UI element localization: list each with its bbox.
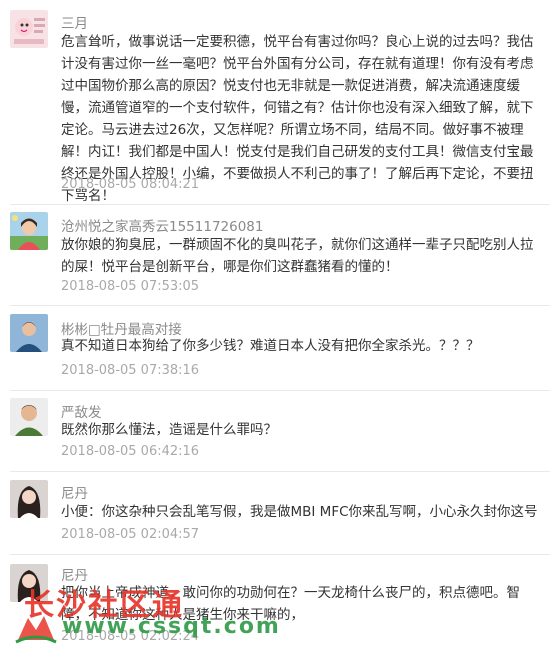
commenter-name[interactable]: 沧州悦之家高秀云15511726081 — [61, 215, 263, 235]
comment-timestamp: 2018-08-05 07:53:05 — [61, 279, 200, 294]
comment-text: 既然你那么懂法，造谣是什么罪吗？ — [61, 422, 277, 438]
comment-text: 真不知道日本狗给了你多少钱？难道日本人没有把你全家杀光。？？？ — [61, 338, 480, 354]
commenter-name[interactable]: 三月 — [61, 12, 88, 32]
man-portrait-avatar-icon — [10, 398, 48, 436]
man-blue-avatar-icon — [10, 314, 48, 352]
comment-item: 尼丹 把你当上帝成神道，敢问你的功勋何在？一天龙椅什么丧尸的，积点德吧。智障，不… — [0, 555, 560, 650]
comment-item: 彬彬□牡丹最高对接 真不知道日本狗给了你多少钱？难道日本人没有把你全家杀光。？？… — [0, 306, 560, 390]
avatar[interactable] — [10, 398, 48, 436]
commenter-name[interactable]: 严敌发 — [61, 401, 102, 421]
comment-text: 放你娘的狗臭屁，一群顽固不化的臭叫花子，就你们这通样一辈子只配吃别人拉的屎！悦平… — [61, 237, 534, 275]
comment-timestamp: 2018-08-05 02:04:57 — [61, 527, 200, 542]
avatar[interactable] — [10, 212, 48, 250]
commenter-name[interactable]: 尼丹 — [61, 564, 88, 584]
woman-portrait-avatar-icon — [10, 564, 48, 602]
comment-text: 小便：你这杂种只会乱笔写假，我是做MBI MFC你来乱写啊，小心永久封你这号 — [61, 504, 538, 520]
comment-text: 把你当上帝成神道，敢问你的功勋何在？一天龙椅什么丧尸的，积点德吧。智障，不知道你… — [61, 585, 520, 623]
avatar[interactable] — [10, 314, 48, 352]
comment-timestamp: 2018-08-05 06:42:16 — [61, 444, 200, 459]
avatar[interactable] — [10, 564, 48, 602]
comment-item: 尼丹 小便：你这杂种只会乱笔写假，我是做MBI MFC你来乱写啊，小心永久封你这… — [0, 472, 560, 554]
commenter-name[interactable]: 尼丹 — [61, 482, 88, 502]
comment-timestamp: 2018-08-05 08:04:21 — [61, 177, 200, 192]
pink-cartoon-avatar-icon — [10, 10, 48, 48]
comment-item: 沧州悦之家高秀云15511726081 放你娘的狗臭屁，一群顽固不化的臭叫花子，… — [0, 205, 560, 305]
woman-portrait-avatar-icon — [10, 480, 48, 518]
avatar[interactable] — [10, 480, 48, 518]
comment-item: 严敌发 既然你那么懂法，造谣是什么罪吗？ 2018-08-05 06:42:16 — [0, 391, 560, 471]
avatar[interactable] — [10, 10, 48, 48]
woman-outdoor-avatar-icon — [10, 212, 48, 250]
comment-item: 三月 危言耸听，做事说话一定要积德，悦平台有害过你吗？良心上说的过去吗？我估计没… — [0, 0, 560, 205]
comment-timestamp: 2018-08-05 07:38:16 — [61, 363, 200, 378]
comment-timestamp: 2018-08-05 02:02:24 — [61, 629, 200, 644]
